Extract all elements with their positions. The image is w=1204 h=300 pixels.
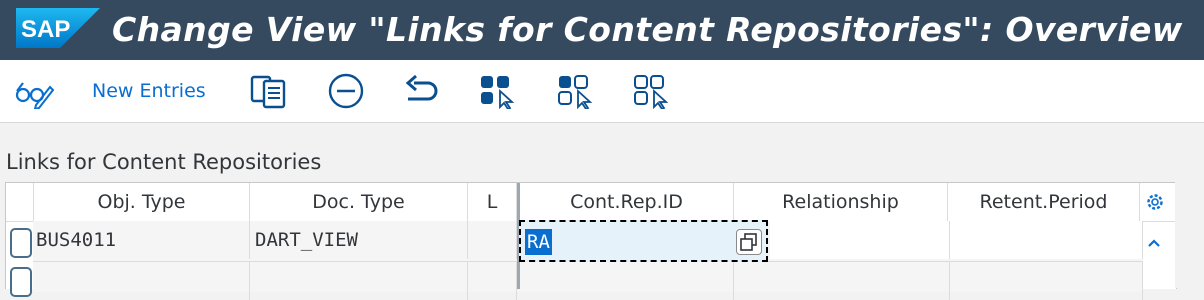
glasses-pencil-icon (15, 82, 54, 109)
table-section-title: Links for Content Repositories (6, 150, 322, 174)
column-header-doc-type[interactable]: Doc. Type (250, 183, 468, 221)
select-block-button[interactable] (556, 73, 600, 109)
table-header-row: Obj. Type Doc. Type L Cont.Rep.ID Relati… (6, 183, 1176, 222)
cell-doc-type[interactable] (250, 262, 468, 300)
delete-button[interactable] (326, 73, 366, 109)
cell-obj-type[interactable] (33, 262, 250, 300)
cell-retent-period[interactable] (950, 221, 1143, 259)
new-entries-button[interactable]: New Entries (92, 73, 206, 109)
cell-cont-rep-id[interactable] (520, 262, 734, 300)
title-bar: SAP Change View "Links for Content Repos… (0, 0, 1204, 60)
svg-text:SAP: SAP (21, 16, 70, 43)
column-header-retent-period[interactable]: Retent.Period (948, 183, 1140, 221)
undo-arrow-icon (405, 74, 438, 101)
display-change-button[interactable] (14, 73, 54, 109)
application-toolbar: New Entries (0, 60, 1204, 123)
undo-button[interactable] (402, 73, 442, 109)
copy-document-icon (250, 75, 286, 109)
value-help-button[interactable] (736, 229, 762, 255)
cell-l[interactable] (468, 221, 517, 259)
column-header-cont-rep-id[interactable]: Cont.Rep.ID (520, 183, 734, 221)
row-selector-2[interactable] (10, 267, 32, 297)
table-settings-icon[interactable] (1144, 191, 1166, 213)
cell-relationship[interactable] (734, 262, 950, 300)
cell-relationship[interactable] (770, 221, 950, 259)
sap-logo: SAP (16, 8, 100, 48)
deselect-all-button[interactable] (632, 73, 676, 109)
select-all-icon (481, 76, 515, 109)
minus-circle-icon (328, 73, 364, 109)
select-block-icon (558, 75, 593, 109)
column-header-obj-type[interactable]: Obj. Type (34, 183, 250, 221)
links-table: Obj. Type Doc. Type L Cont.Rep.ID Relati… (5, 182, 1177, 300)
cell-obj-type[interactable]: BUS4011 (33, 221, 250, 259)
column-header-relationship[interactable]: Relationship (734, 183, 948, 221)
scroll-up-icon[interactable] (1144, 233, 1164, 253)
row-selector-header[interactable] (6, 183, 34, 221)
vertical-scrollbar-area[interactable] (1175, 182, 1204, 288)
cell-retent-period[interactable] (950, 262, 1143, 300)
selected-value: RA (525, 229, 552, 255)
deselect-all-icon (634, 75, 669, 109)
cell-l[interactable] (468, 262, 517, 300)
value-help-icon (740, 233, 757, 251)
copy-as-button[interactable] (248, 73, 288, 109)
select-all-button[interactable] (478, 73, 522, 109)
page-title: Change View "Links for Content Repositor… (112, 10, 1183, 49)
column-header-l[interactable]: L (468, 183, 517, 221)
row-selector-1[interactable] (10, 228, 32, 258)
new-entries-label: New Entries (92, 80, 206, 102)
cell-doc-type[interactable]: DART_VIEW (250, 221, 468, 259)
cont-rep-id-input[interactable]: RA (519, 220, 768, 262)
